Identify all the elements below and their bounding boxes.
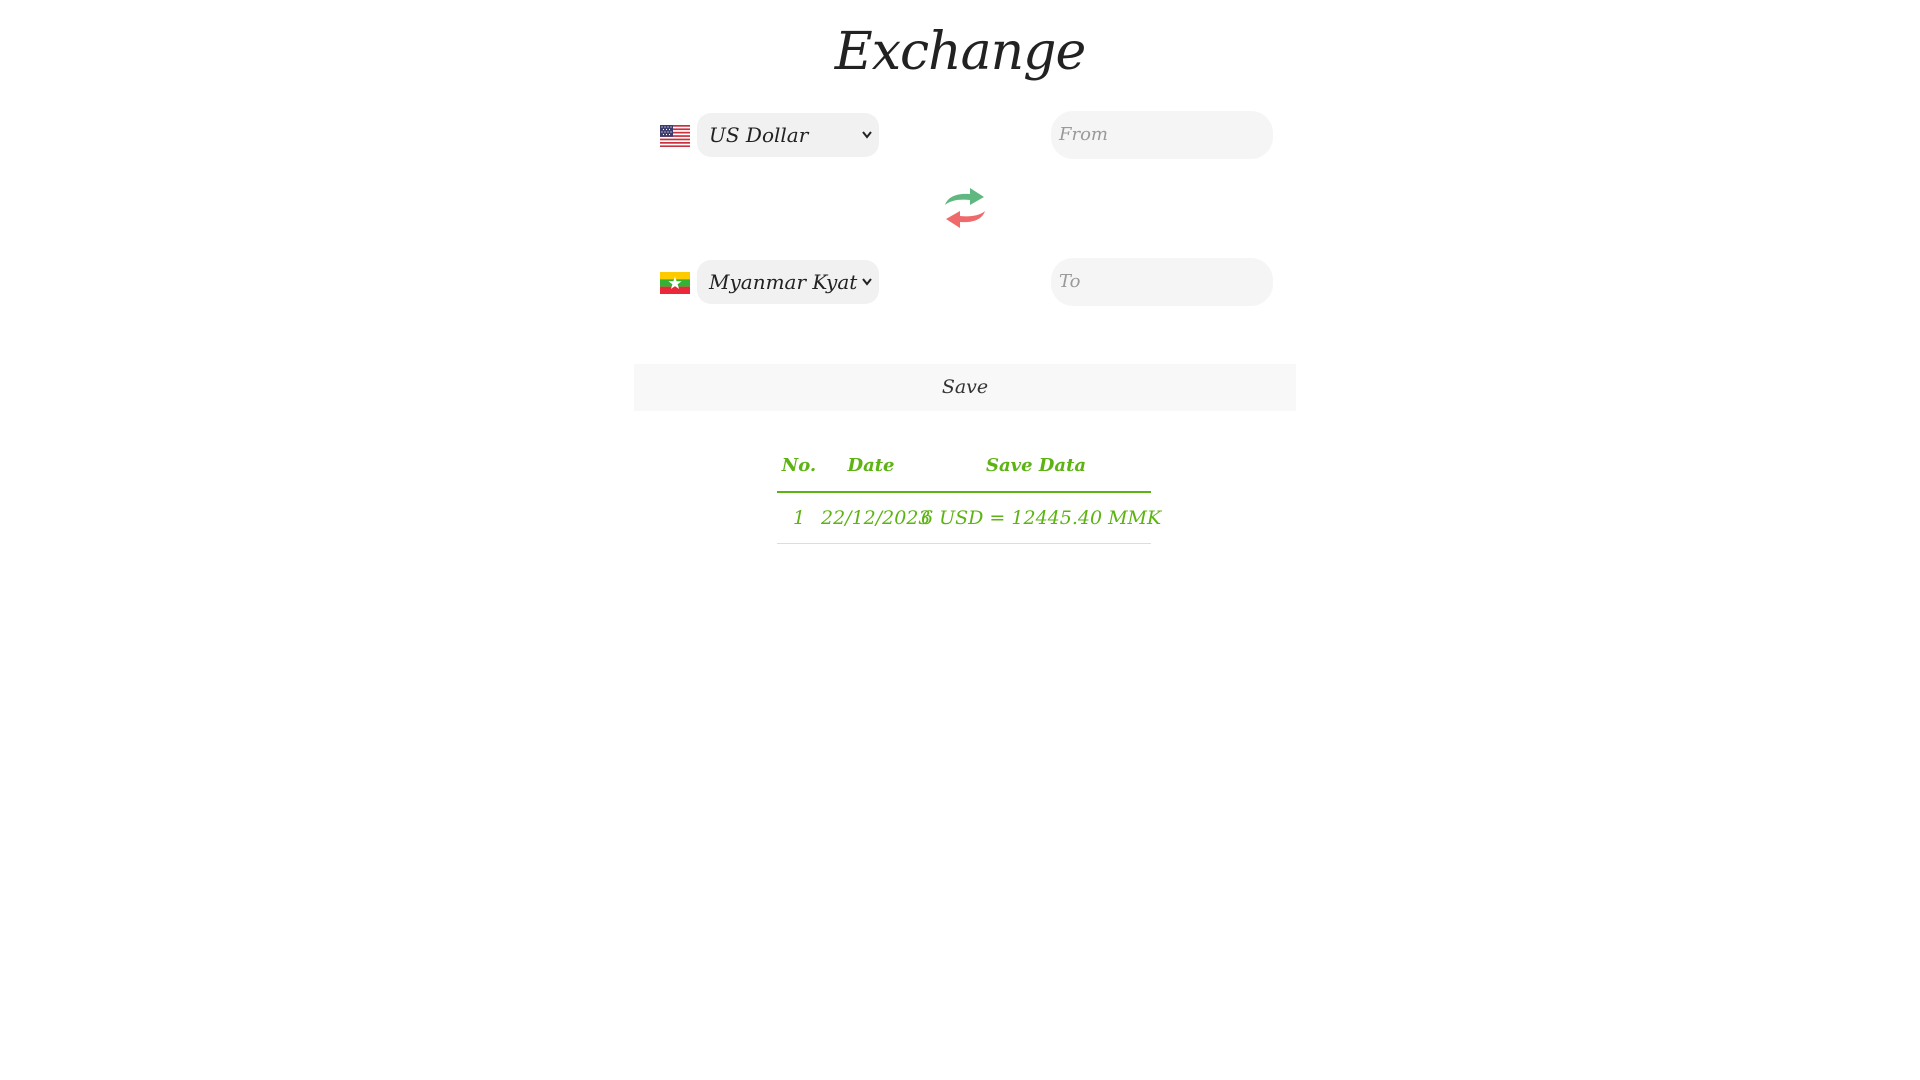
header-save-data: Save Data [985, 455, 1087, 476]
exchange-page: Exchange US Dollar From Myanmar Kyat To … [0, 0, 1920, 1080]
from-amount-placeholder: From [1059, 124, 1108, 145]
header-date: Date [847, 455, 895, 476]
to-amount-input[interactable]: To [1051, 258, 1273, 306]
to-currency-row: Myanmar Kyat To [660, 258, 1276, 306]
row-no: 1 [792, 507, 806, 529]
history-table: No. Date Save Data 1 22/12/2023 6 USD = … [777, 445, 1162, 544]
to-currency-value: Myanmar Kyat [709, 270, 858, 294]
from-amount-input[interactable]: From [1051, 111, 1273, 159]
from-currency-row: US Dollar From [660, 111, 1276, 159]
header-no: No. [781, 455, 817, 476]
page-title: Exchange [834, 22, 1086, 82]
table-header: No. Date Save Data [777, 445, 1151, 493]
us-flag-icon [660, 125, 690, 147]
row-date: 22/12/2023 [821, 507, 931, 529]
swap-arrows-icon[interactable] [942, 185, 988, 231]
chevron-down-icon [860, 260, 874, 304]
to-amount-placeholder: To [1059, 271, 1081, 292]
save-button[interactable]: Save [634, 364, 1296, 411]
from-currency-select[interactable]: US Dollar [697, 113, 879, 157]
table-row: 1 22/12/2023 6 USD = 12445.40 MMK [777, 493, 1162, 544]
chevron-down-icon [860, 113, 874, 157]
myanmar-flag-icon [660, 272, 690, 294]
to-currency-select[interactable]: Myanmar Kyat [697, 260, 879, 304]
row-save-data: 6 USD = 12445.40 MMK [921, 507, 1162, 529]
from-currency-value: US Dollar [709, 123, 809, 147]
